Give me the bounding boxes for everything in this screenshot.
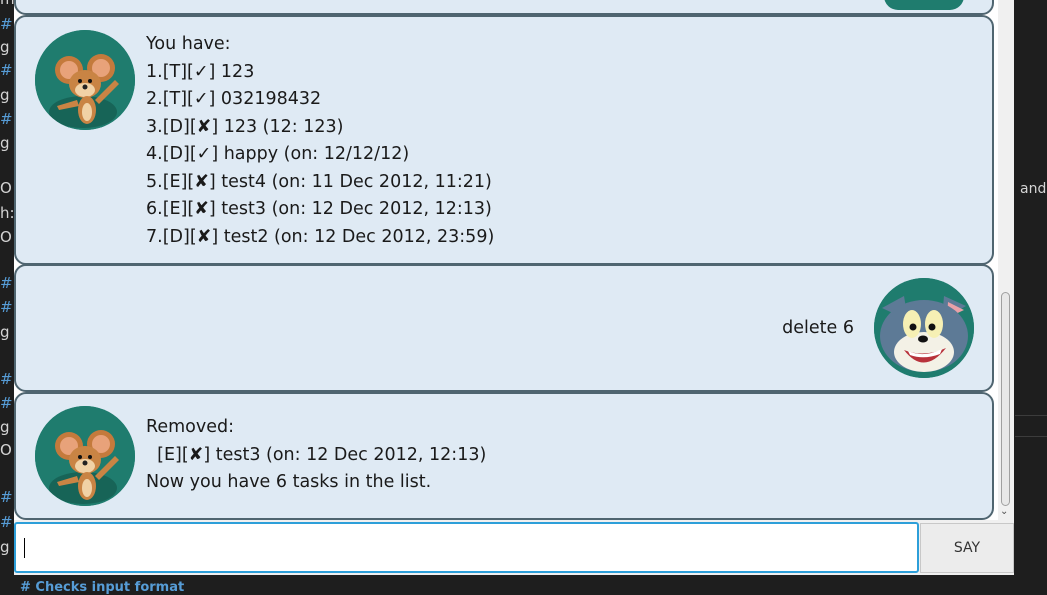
scrollbar-thumb[interactable] xyxy=(1001,292,1010,506)
editor-fragment: g xyxy=(0,323,10,341)
editor-fragment: g xyxy=(0,418,10,436)
editor-fragment: # xyxy=(0,298,13,316)
editor-fragment: # xyxy=(0,394,13,412)
task-line: 7.[D][✘] test2 (on: 12 Dec 2012, 23:59) xyxy=(146,226,495,247)
editor-fragment: g xyxy=(0,538,10,556)
editor-divider xyxy=(1015,415,1047,416)
editor-fragment: # xyxy=(0,488,13,506)
editor-fragment: O xyxy=(0,228,12,246)
task-line: 4.[D][✓] happy (on: 12/12/12) xyxy=(146,144,410,164)
task-line: [E][✘] test3 (on: 12 Dec 2012, 12:13) xyxy=(146,444,487,465)
chevron-down-icon[interactable]: ⌄ xyxy=(1000,506,1008,517)
cat-avatar-icon xyxy=(884,0,964,10)
text-caret xyxy=(24,538,25,558)
editor-fragment: h: xyxy=(0,204,15,222)
mouse-avatar-icon xyxy=(35,30,135,130)
editor-fragment: # xyxy=(0,61,13,79)
message-line: You have: xyxy=(146,34,231,54)
user-dialog-bubble: delete 6 xyxy=(14,264,994,392)
say-button[interactable]: SAY xyxy=(920,523,1014,573)
message-input[interactable] xyxy=(14,522,919,573)
task-line: 5.[E][✘] test4 (on: 11 Dec 2012, 11:21) xyxy=(146,171,492,192)
bot-message: You have: 1.[T][✓] 123 2.[T][✓] 032198432 3… xyxy=(146,31,494,251)
editor-fragment: g xyxy=(0,38,10,56)
editor-fragment: O xyxy=(0,179,12,197)
task-line: 2.[T][✓] 032198432 xyxy=(146,89,322,109)
chat-window: You have: 1.[T][✓] 123 2.[T][✓] 032198432 3… xyxy=(14,0,1014,575)
message-line: Now you have 6 tasks in the list. xyxy=(146,472,432,492)
mouse-avatar-icon xyxy=(35,406,135,506)
user-message: delete 6 xyxy=(782,318,854,338)
editor-fragment: g xyxy=(0,86,10,104)
task-line: 1.[T][✓] 123 xyxy=(146,61,255,82)
vertical-scrollbar[interactable]: ⌄ xyxy=(998,0,1014,520)
task-line: 3.[D][✘] 123 (12: 123) xyxy=(146,116,344,137)
editor-fragment: O xyxy=(0,441,12,459)
editor-fragment: # xyxy=(0,274,13,292)
editor-fragment-bottom: # Checks input format xyxy=(20,580,185,595)
dialog-container[interactable]: You have: 1.[T][✓] 123 2.[T][✓] 032198432 3… xyxy=(14,0,998,520)
editor-fragment: m xyxy=(0,0,15,7)
bot-dialog-bubble: Removed: [E][✘] test3 (on: 12 Dec 2012, … xyxy=(14,392,994,520)
editor-fragment: # xyxy=(0,15,13,33)
editor-fragment: g xyxy=(0,134,10,152)
editor-fragment: # xyxy=(0,370,13,388)
editor-fragment: # xyxy=(0,110,13,128)
editor-divider xyxy=(1015,436,1047,437)
bot-dialog-bubble: You have: 1.[T][✓] 123 2.[T][✓] 032198432 3… xyxy=(14,15,994,265)
task-line: 6.[E][✘] test3 (on: 12 Dec 2012, 12:13) xyxy=(146,199,492,219)
editor-fragment-right: and xyxy=(1020,181,1047,197)
cat-avatar-icon xyxy=(874,278,974,378)
editor-fragment: # xyxy=(0,513,13,531)
message-line: Removed: xyxy=(146,417,235,437)
bot-message: Removed: [E][✘] test3 (on: 12 Dec 2012, … xyxy=(146,414,486,497)
dialog-bubble-cropped xyxy=(14,0,994,15)
